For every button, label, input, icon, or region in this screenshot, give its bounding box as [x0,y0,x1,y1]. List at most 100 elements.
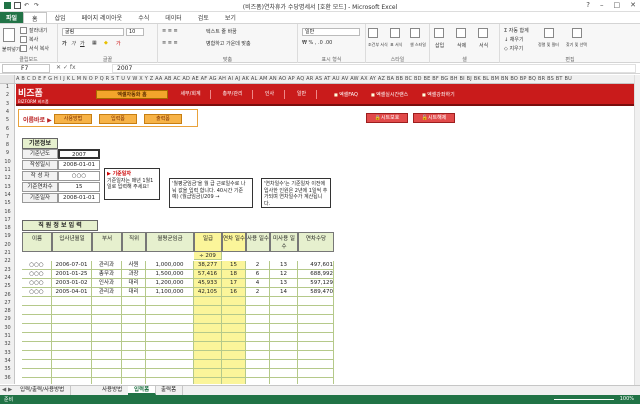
table-cell[interactable] [270,306,298,315]
table-cell[interactable]: 관리과 [92,288,122,297]
table-cell[interactable]: ○○○ [22,279,52,288]
row-header[interactable]: 12 [0,175,15,181]
link-excel-lecture[interactable]: 엑셀강좌하기 [422,91,455,98]
table-cell[interactable] [246,315,270,324]
row-header[interactable]: 17 [0,217,15,223]
table-cell[interactable]: 1,000,000 [146,261,194,270]
usage-button[interactable]: 사용방법 [54,114,92,124]
table-cell[interactable] [22,342,52,351]
row-header[interactable]: 5 [0,117,15,123]
table-cell[interactable] [194,378,222,384]
table-cell[interactable] [22,315,52,324]
row-header[interactable]: 18 [0,225,15,231]
table-cell[interactable] [298,315,334,324]
table-cell[interactable]: 관리과 [92,261,122,270]
table-cell[interactable] [270,297,298,306]
row-header[interactable]: 24 [0,275,15,281]
table-cell[interactable]: 688,992 [298,270,334,279]
table-cell[interactable] [122,315,146,324]
tab-home[interactable]: 홈 [23,12,47,23]
basic-value-year[interactable]: 2007 [58,149,100,159]
table-cell[interactable] [194,360,222,369]
table-cell[interactable] [246,360,270,369]
insert-cells-button[interactable] [434,28,446,38]
paste-button[interactable] [3,28,17,42]
table-cell[interactable] [146,378,194,384]
table-cell[interactable] [270,351,298,360]
table-cell[interactable]: 대리 [122,279,146,288]
row-header[interactable]: 6 [0,126,15,132]
table-format-button[interactable] [390,28,402,38]
table-cell[interactable] [146,297,194,306]
table-cell[interactable] [146,333,194,342]
table-cell[interactable] [194,351,222,360]
table-cell[interactable] [194,297,222,306]
currency-icon[interactable]: ₩ % , .0 .00 [302,40,332,46]
table-cell[interactable]: 497,601 [298,261,334,270]
zoom-slider[interactable] [554,399,614,400]
table-cell[interactable] [194,315,222,324]
table-cell[interactable] [298,360,334,369]
table-cell[interactable] [122,333,146,342]
table-cell[interactable]: 대리 [122,288,146,297]
link-excel-faq[interactable]: 엑셀FAQ [334,91,358,98]
row-header[interactable]: 7 [0,134,15,140]
table-cell[interactable]: 2001-01-25 [52,270,92,279]
sort-filter-button[interactable] [544,28,556,38]
table-cell[interactable] [92,333,122,342]
autosum-button[interactable]: Σ 자동 합계 [504,27,529,34]
clear-button[interactable]: ◇ 지우기 [504,45,523,52]
table-cell[interactable] [270,378,298,384]
table-cell[interactable] [246,369,270,378]
table-cell[interactable]: 45,933 [194,279,222,288]
table-cell[interactable]: 597,129 [298,279,334,288]
row-header[interactable]: 14 [0,192,15,198]
table-cell[interactable] [146,315,194,324]
table-cell[interactable] [298,324,334,333]
copy-button[interactable]: 복사 [20,36,38,43]
fx-icon[interactable]: fx [70,64,76,71]
table-cell[interactable]: 2 [246,288,270,297]
table-cell[interactable] [222,351,246,360]
row-header[interactable]: 15 [0,200,15,206]
table-cell[interactable] [222,369,246,378]
row-header[interactable]: 16 [0,209,15,215]
align-left-icon[interactable]: ≡ ≡ ≡ [162,40,178,46]
table-cell[interactable] [52,315,92,324]
table-cell[interactable] [52,351,92,360]
basic-value-base-date[interactable]: 2008-01-01 [58,193,100,203]
sheet-nav-arrows[interactable]: ◀ ▶ [2,387,12,393]
row-header[interactable]: 25 [0,283,15,289]
table-cell[interactable] [222,324,246,333]
sheet-tab-input[interactable]: 입력폼 [128,386,157,395]
nav-tax-accounting[interactable]: 세무/회계 [171,90,211,99]
table-cell[interactable] [122,360,146,369]
table-cell[interactable] [22,306,52,315]
row-header[interactable]: 23 [0,267,15,273]
table-cell[interactable]: 42,105 [194,288,222,297]
tab-file[interactable]: 파일 [0,12,24,23]
nav-general-affairs[interactable]: 총무/관리 [213,90,253,99]
table-cell[interactable] [92,369,122,378]
table-cell[interactable] [222,333,246,342]
tab-insert[interactable]: 삽입 [47,13,74,22]
table-cell[interactable] [146,324,194,333]
tab-data[interactable]: 데이터 [157,13,190,22]
row-header[interactable]: 21 [0,250,15,256]
table-cell[interactable]: 1,100,000 [146,288,194,297]
table-cell[interactable] [298,306,334,315]
table-cell[interactable] [246,333,270,342]
table-cell[interactable] [92,360,122,369]
table-cell[interactable] [298,351,334,360]
table-cell[interactable] [270,342,298,351]
table-cell[interactable] [270,360,298,369]
table-cell[interactable]: 2 [246,261,270,270]
table-cell[interactable] [122,378,146,384]
basic-value-author[interactable]: ○○○ [58,171,100,181]
confirm-icon[interactable]: ✓ [63,64,68,71]
table-cell[interactable] [146,369,194,378]
row-header[interactable]: 22 [0,258,15,264]
table-cell[interactable] [246,324,270,333]
table-cell[interactable]: 4 [246,279,270,288]
table-cell[interactable] [194,324,222,333]
